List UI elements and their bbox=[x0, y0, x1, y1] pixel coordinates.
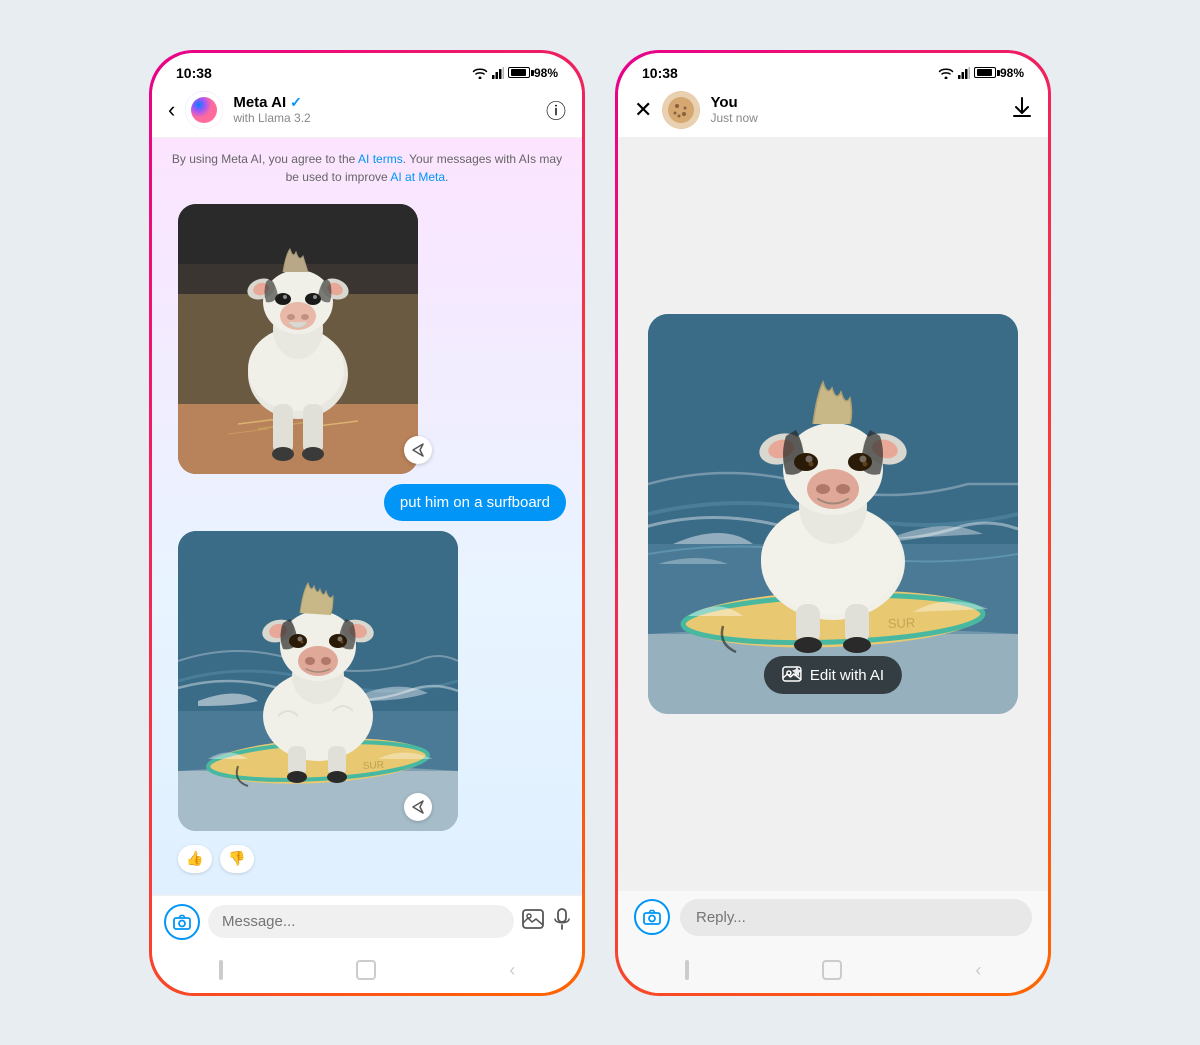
audio-icon[interactable] bbox=[554, 908, 570, 936]
nav-title-1: Meta AI ✓ bbox=[233, 94, 546, 111]
wifi-icon bbox=[472, 67, 488, 79]
svg-text:SUR: SUR bbox=[363, 759, 385, 771]
send-icon-2[interactable] bbox=[404, 793, 432, 821]
status-icons-2: 98% bbox=[938, 66, 1024, 80]
input-icons bbox=[522, 908, 570, 936]
nav-bar-2: ✕ You Just now bbox=[618, 85, 1048, 138]
signal-icon-2 bbox=[958, 67, 970, 79]
edit-with-ai-label: Edit with AI bbox=[810, 667, 884, 684]
ai-surf-image-container: SUR bbox=[178, 531, 418, 831]
nav-square-2 bbox=[822, 960, 842, 980]
battery-text-1: 98% bbox=[534, 66, 558, 80]
reply-input-bar bbox=[618, 891, 1048, 952]
goat-surf-image[interactable]: SUR bbox=[178, 531, 458, 831]
wifi-icon-2 bbox=[938, 67, 954, 79]
signal-icon bbox=[492, 67, 504, 79]
thumbs-down-button[interactable]: 👎 bbox=[220, 845, 254, 873]
phone-2: 10:38 98% ✕ bbox=[618, 53, 1048, 993]
edit-ai-icon bbox=[782, 666, 802, 684]
svg-text:SUR: SUR bbox=[888, 615, 916, 631]
status-bar-1: 10:38 98% bbox=[152, 53, 582, 85]
nav-subtitle-2: Just now bbox=[710, 111, 1012, 125]
phone-1: 10:38 98% ‹ bbox=[152, 53, 582, 993]
gallery-icon[interactable] bbox=[522, 909, 544, 935]
battery-text-2: 98% bbox=[1000, 66, 1024, 80]
phone-2-wrapper: 10:38 98% ✕ bbox=[615, 50, 1051, 996]
send-icon-1[interactable] bbox=[404, 436, 432, 464]
user-avatar bbox=[662, 91, 700, 129]
message-input[interactable] bbox=[208, 905, 514, 938]
ai-surf-message-row: SUR bbox=[168, 531, 566, 831]
nav-bar-1: ‹ Meta AI ✓ bbox=[152, 85, 582, 138]
ai-terms-link[interactable]: AI terms bbox=[358, 152, 403, 166]
nav-gesture-1 bbox=[219, 960, 223, 980]
terms-text: By using Meta AI, you agree to the AI te… bbox=[168, 150, 566, 186]
battery-icon-2 bbox=[974, 67, 996, 78]
status-bar-2: 10:38 98% bbox=[618, 53, 1048, 85]
full-image-view: SUR bbox=[618, 138, 1048, 891]
phone-1-wrapper: 10:38 98% ‹ bbox=[149, 50, 585, 996]
nav-square-1 bbox=[356, 960, 376, 980]
nav-title-group: Meta AI ✓ with Llama 3.2 bbox=[233, 94, 546, 125]
status-icons-1: 98% bbox=[472, 66, 558, 80]
full-image-container[interactable]: SUR bbox=[648, 314, 1018, 714]
ai-meta-link[interactable]: AI at Meta bbox=[390, 170, 445, 184]
user-message-row: put him on a surfboard bbox=[168, 484, 566, 521]
chat-content-1: By using Meta AI, you agree to the AI te… bbox=[152, 138, 582, 895]
info-button[interactable]: ⓘ bbox=[546, 95, 566, 124]
camera-button[interactable] bbox=[164, 904, 200, 940]
status-time-2: 10:38 bbox=[642, 65, 678, 81]
reaction-row: 👍 👎 bbox=[178, 845, 566, 873]
ai-message-row bbox=[168, 204, 566, 474]
verified-badge: ✓ bbox=[290, 94, 302, 111]
meta-ai-avatar bbox=[185, 91, 223, 129]
goat-dirt-image[interactable] bbox=[178, 204, 418, 474]
close-button[interactable]: ✕ bbox=[634, 97, 652, 123]
input-bar-1 bbox=[152, 895, 582, 952]
nav-gesture-2 bbox=[685, 960, 689, 980]
nav-title-group-2: You Just now bbox=[710, 94, 1012, 125]
ai-image-container bbox=[178, 204, 418, 474]
user-bubble: put him on a surfboard bbox=[384, 484, 566, 521]
nav-chevron-2: ‹ bbox=[975, 960, 981, 981]
reply-input[interactable] bbox=[680, 899, 1032, 936]
back-button[interactable]: ‹ bbox=[168, 97, 175, 123]
download-button[interactable] bbox=[1012, 96, 1032, 123]
camera-button-2[interactable] bbox=[634, 899, 670, 935]
home-indicator-2: ‹ bbox=[618, 952, 1048, 993]
nav-title-2: You bbox=[710, 94, 1012, 111]
home-indicator-1: ‹ bbox=[152, 952, 582, 993]
thumbs-up-button[interactable]: 👍 bbox=[178, 845, 212, 873]
status-time-1: 10:38 bbox=[176, 65, 212, 81]
edit-with-ai-button[interactable]: Edit with AI bbox=[764, 656, 902, 694]
battery-icon-1 bbox=[508, 67, 530, 78]
nav-chevron-1: ‹ bbox=[509, 960, 515, 981]
nav-subtitle-1: with Llama 3.2 bbox=[233, 111, 546, 125]
